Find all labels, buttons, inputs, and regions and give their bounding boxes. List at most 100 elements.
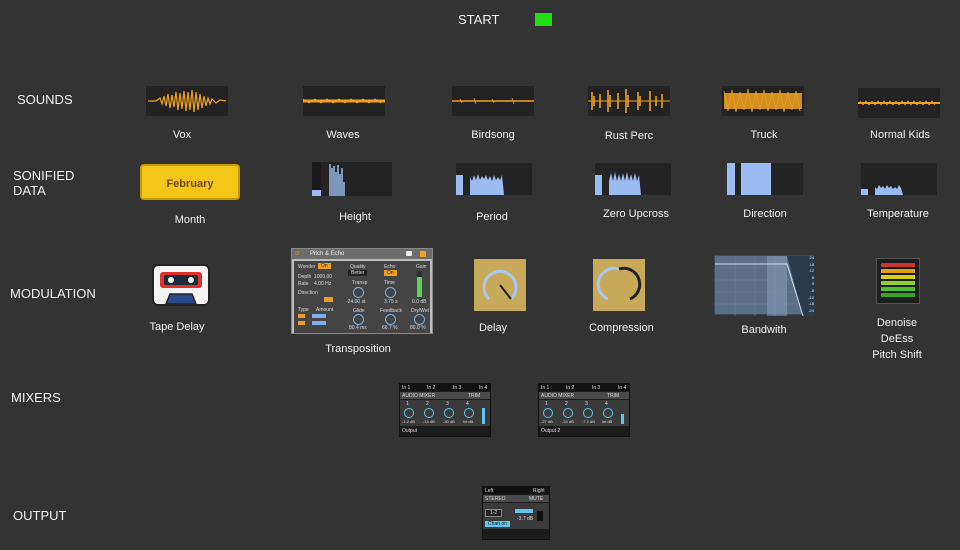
start-toggle[interactable] xyxy=(535,13,552,26)
audio-mixer-1[interactable]: In 1 In 2 In 3 In 4 AUDIO MIXER TRIM 1 2… xyxy=(399,383,491,437)
mute-button[interactable]: MUTE xyxy=(529,496,543,502)
output-title-bar: STEREO MUTE xyxy=(483,495,549,502)
sound-label-rust-perc: Rust Perc xyxy=(604,130,654,142)
output-channel-dropdown[interactable]: 1-2 xyxy=(485,509,503,517)
delay-knob-control[interactable] xyxy=(474,259,526,311)
waveform-graphic xyxy=(452,97,534,105)
channel-value: -27 dB xyxy=(541,419,553,424)
mixer-track-bar: In 1 In 2 In 3 In 4 xyxy=(400,384,490,391)
echo-toggle[interactable]: On xyxy=(384,270,397,276)
data-graphic xyxy=(456,174,504,195)
type-selector-2[interactable] xyxy=(298,321,305,325)
mixer-level-meter[interactable] xyxy=(482,408,485,424)
bandwidth-eq-graph[interactable] xyxy=(714,255,815,317)
gain-meter[interactable] xyxy=(417,271,422,297)
sound-waveform-vox[interactable] xyxy=(146,86,228,116)
mixer-output-select[interactable]: Output 2 xyxy=(541,428,560,434)
channel-knob[interactable] xyxy=(543,408,553,418)
power-icon[interactable]: ⏻ xyxy=(295,251,299,257)
camera-icon[interactable] xyxy=(406,251,412,256)
data-graph-temperature[interactable] xyxy=(861,163,937,195)
channel-knob[interactable] xyxy=(583,408,593,418)
channel-value: -1.2 dB xyxy=(402,419,415,424)
delay-label: Delay xyxy=(478,322,508,334)
denoise-label: Denoise xyxy=(876,317,918,329)
save-icon[interactable] xyxy=(420,251,426,257)
channel-knob[interactable] xyxy=(603,408,613,418)
mixer-channels: 1 2 3 4 -27 dB -24 dB -7.2 dB inf dB xyxy=(539,400,629,426)
row-label-sounds: SOUNDS xyxy=(17,92,73,107)
level-meter-icon[interactable] xyxy=(876,258,920,304)
channel-knob[interactable] xyxy=(424,408,434,418)
amount-slider-2[interactable] xyxy=(312,321,326,325)
sound-label-waves: Waves xyxy=(326,129,360,141)
feedback-knob[interactable] xyxy=(385,314,396,325)
waveform-graphic xyxy=(302,98,385,104)
data-graphic xyxy=(727,163,771,195)
glide-value: 80.4 ms xyxy=(349,325,367,331)
mixer-level-meter[interactable] xyxy=(621,414,624,424)
gain-label: Gain xyxy=(416,264,427,270)
channel-value: inf dB xyxy=(463,419,474,424)
rate-value[interactable]: 4.00 Hz xyxy=(314,281,331,287)
channel-knob[interactable] xyxy=(464,408,474,418)
right-channel-label: Right xyxy=(533,488,545,494)
output-level-bar[interactable] xyxy=(515,509,533,513)
mixer-title: AUDIO MIXER xyxy=(402,393,436,399)
mixer-header: AUDIO MIXER TRIM xyxy=(400,392,490,399)
sound-label-truck: Truck xyxy=(750,129,778,141)
transp-knob[interactable] xyxy=(353,287,364,298)
sound-waveform-truck[interactable] xyxy=(722,86,804,116)
sound-waveform-birdsong[interactable] xyxy=(452,86,534,116)
quality-dropdown[interactable]: Better xyxy=(348,270,368,276)
channel-value: -7.2 dB xyxy=(582,419,595,424)
feedback-value: 66.7 % xyxy=(382,325,398,331)
pitch-echo-device[interactable]: ⏻ Pitch & Echo Wonder On Depth 1000.00 R… xyxy=(291,248,433,334)
transposition-label: Transposition xyxy=(325,343,391,355)
data-graph-direction[interactable] xyxy=(727,163,803,195)
channel-knob[interactable] xyxy=(404,408,414,418)
depth-value[interactable]: 1000.00 xyxy=(314,274,332,280)
row-label-output: OUTPUT xyxy=(13,508,67,523)
cassette-tape-icon[interactable] xyxy=(152,264,210,306)
data-graph-height[interactable] xyxy=(312,162,392,196)
direction-toggle[interactable] xyxy=(324,297,333,302)
channel-knob[interactable] xyxy=(563,408,573,418)
channel-number: 2 xyxy=(565,401,568,407)
wonder-toggle[interactable]: On xyxy=(318,263,331,269)
type-selector[interactable] xyxy=(298,314,305,318)
channel-value: inf dB xyxy=(602,419,613,424)
mixer-header: AUDIO MIXER TRIM xyxy=(539,392,629,399)
mixer-output-select[interactable]: Output xyxy=(402,428,417,434)
mixer-mode-button[interactable]: TRIM xyxy=(607,393,619,399)
channel-value: -30 dB xyxy=(443,419,455,424)
audio-mixer-2[interactable]: In 1 In 2 In 3 In 4 AUDIO MIXER TRIM 1 2… xyxy=(538,383,630,437)
left-channel-label: Left xyxy=(485,488,494,494)
sound-waveform-rust-perc[interactable] xyxy=(588,86,670,116)
sound-waveform-normal-kids[interactable] xyxy=(858,88,940,118)
glide-knob[interactable] xyxy=(353,314,364,325)
month-selector-button[interactable]: February xyxy=(140,164,240,200)
data-graph-period[interactable] xyxy=(456,163,532,195)
time-knob[interactable] xyxy=(385,287,396,298)
wonder-label: Wonder xyxy=(298,264,316,270)
channel-knob[interactable] xyxy=(444,408,454,418)
tape-delay-label: Tape Delay xyxy=(149,321,205,333)
data-graph-zero-upcross[interactable] xyxy=(595,163,671,195)
stereo-output-device[interactable]: Left Right STEREO MUTE 1-2 -3.7 dB Chan … xyxy=(482,486,550,540)
channel-number: 3 xyxy=(446,401,449,407)
sound-waveform-waves[interactable] xyxy=(302,86,385,116)
channel-number: 1 xyxy=(545,401,548,407)
bandwidth-label: Bandwith xyxy=(741,324,787,336)
compression-knob-control[interactable] xyxy=(593,259,645,311)
output-mini-meter xyxy=(537,511,543,521)
drywet-knob[interactable] xyxy=(414,314,425,325)
waveform-graphic xyxy=(723,88,802,113)
channel-on-button[interactable]: Chan on xyxy=(485,521,510,527)
data-label-temperature: Temperature xyxy=(867,208,929,220)
rate-label: Rate xyxy=(298,281,309,287)
compression-label: Compression xyxy=(589,322,654,334)
amount-slider[interactable] xyxy=(312,314,326,318)
mixer-mode-button[interactable]: TRIM xyxy=(468,393,480,399)
device-title-bar: ⏻ Pitch & Echo xyxy=(292,249,432,259)
